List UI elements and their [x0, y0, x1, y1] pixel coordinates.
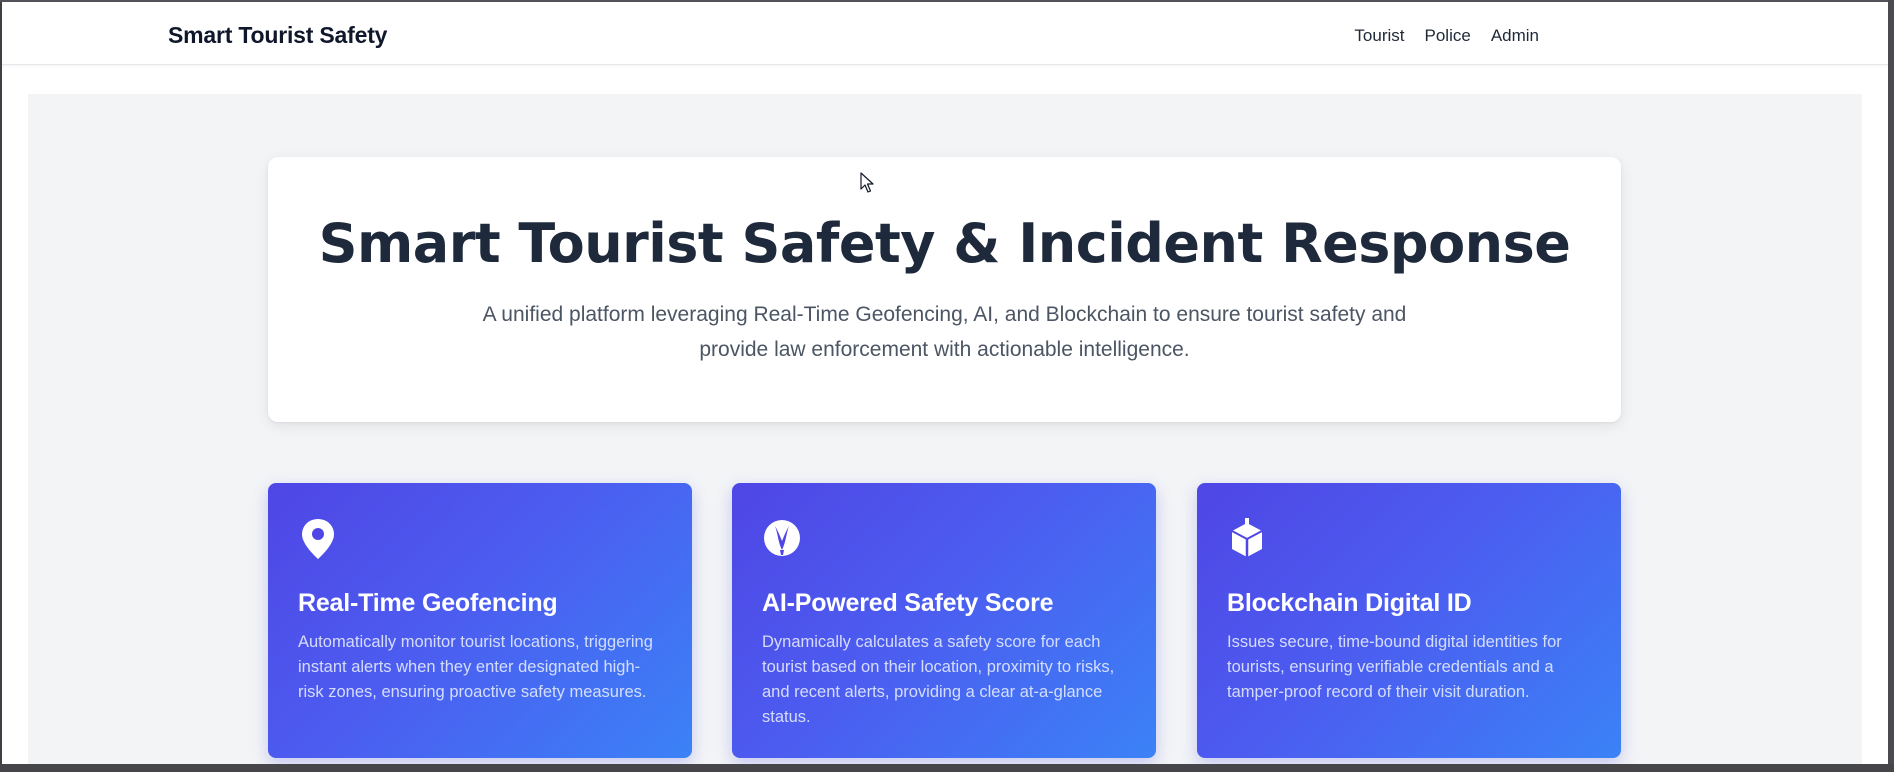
feature-card-blockchain-id[interactable]: Blockchain Digital ID Issues secure, tim… — [1197, 483, 1621, 758]
nav-link-tourist[interactable]: Tourist — [1354, 26, 1404, 46]
brand-title[interactable]: Smart Tourist Safety — [168, 22, 387, 49]
feature-title: AI-Powered Safety Score — [762, 589, 1054, 617]
feature-title: Blockchain Digital ID — [1227, 589, 1472, 617]
nav-link-admin[interactable]: Admin — [1491, 26, 1539, 46]
feature-card-geofencing[interactable]: Real-Time Geofencing Automatically monit… — [268, 483, 692, 758]
brain-icon — [764, 520, 800, 556]
feature-description: Automatically monitor tourist locations,… — [298, 633, 653, 701]
map-pin-icon — [302, 519, 334, 559]
hero-title: Smart Tourist Safety & Incident Response — [318, 212, 1571, 275]
cube-icon — [1231, 518, 1263, 557]
mouse-cursor-icon — [860, 172, 874, 193]
nav-links: Tourist Police Admin — [1354, 26, 1539, 46]
window-frame-bottom — [0, 764, 1894, 772]
hero-card: Smart Tourist Safety & Incident Response… — [268, 157, 1621, 422]
hero-subtitle: A unified platform leveraging Real-Time … — [482, 303, 1407, 362]
window-frame-right — [1888, 0, 1894, 772]
feature-description: Dynamically calculates a safety score fo… — [762, 633, 1115, 726]
window-frame-left — [0, 0, 2, 772]
top-navbar: Smart Tourist Safety Tourist Police Admi… — [2, 2, 1888, 65]
feature-description: Issues secure, time-bound digital identi… — [1227, 633, 1562, 701]
nav-link-police[interactable]: Police — [1425, 26, 1471, 46]
feature-title: Real-Time Geofencing — [298, 589, 558, 617]
feature-card-safety-score[interactable]: AI-Powered Safety Score Dynamically calc… — [732, 483, 1156, 758]
feature-cards: Real-Time Geofencing Automatically monit… — [268, 483, 1621, 758]
